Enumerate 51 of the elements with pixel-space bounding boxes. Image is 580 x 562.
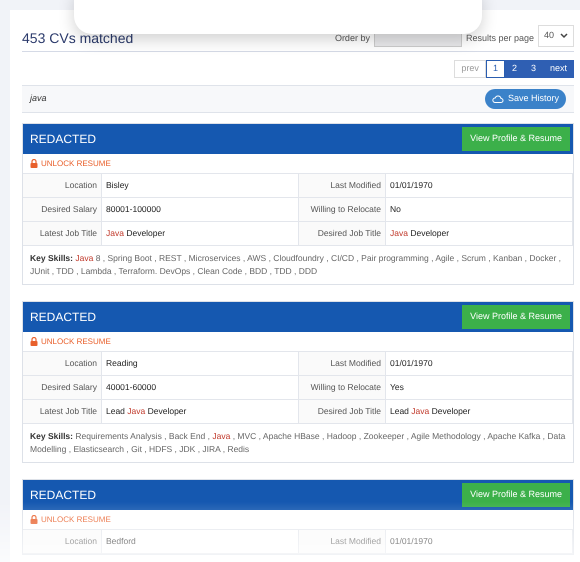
lock-icon: [30, 515, 38, 524]
field-label: Location: [23, 174, 102, 198]
unlock-resume-link[interactable]: UNLOCK RESUME: [41, 514, 111, 526]
page-button[interactable]: 1: [486, 60, 505, 78]
page-button[interactable]: 3: [524, 60, 543, 78]
per-page-select[interactable]: 40: [538, 24, 574, 46]
field-label: Desired Job Title: [299, 222, 386, 246]
pagination-link[interactable]: next: [542, 60, 574, 78]
field-value: 01/01/1970: [386, 530, 573, 554]
field-label: Desired Job Title: [299, 400, 386, 424]
field-label: Location: [23, 530, 102, 554]
key-skills-text: Key Skills: Java 8 , Spring Boot , REST , Microservices , AWS , Cloudfoundry , CI/CD , Pair programming , Agile , Scrum , Kanban , Docker , JUnit , TDD , Lambda , Terraform. DevOps , Clean Code , BDD , TDD , DDD: [29, 252, 562, 278]
field-value: Yes: [386, 376, 573, 400]
view-profile-button[interactable]: View Profile & Resume: [462, 127, 570, 151]
order-label: Order by: [334, 32, 370, 45]
candidate-name: REDACTED: [30, 131, 96, 148]
field-value: Bedford: [102, 530, 299, 554]
field-value: 01/01/1970: [386, 174, 573, 198]
save-history-button[interactable]: Save History: [484, 89, 566, 109]
cloud-icon: [492, 94, 504, 104]
view-profile-button[interactable]: View Profile & Resume: [462, 305, 570, 329]
field-label: Latest Job Title: [23, 222, 102, 246]
field-label: Willing to Relocate: [299, 198, 386, 222]
page-button[interactable]: 2: [504, 60, 524, 78]
pagination-link[interactable]: prev: [454, 60, 486, 78]
field-label: Desired Salary: [23, 198, 102, 222]
field-value: No: [386, 198, 573, 222]
lock-icon: [30, 337, 38, 346]
field-value: Lead Java Developer: [102, 400, 299, 424]
field-label: Latest Job Title: [23, 400, 102, 424]
results-count: 453 CVs matched: [22, 29, 134, 48]
field-label: Desired Salary: [23, 376, 102, 400]
field-value: 01/01/1970: [386, 352, 573, 376]
field-value: Lead Java Developer: [386, 400, 573, 424]
field-value: Java Developer: [386, 222, 573, 246]
field-label: Last Modified: [299, 530, 386, 554]
unlock-resume-link[interactable]: UNLOCK RESUME: [41, 336, 111, 348]
per-page-label: Results per page: [466, 32, 534, 45]
field-label: Last Modified: [299, 352, 386, 376]
candidate-name: REDACTED: [30, 309, 96, 326]
key-skills-text: Key Skills: Requirements Analysis , Back End , Java , MVC , Apache HBase , Hadoop , Zookeeper , Agile Methodology , Apache Kafka , Data Modelling , Elasticsearch , Git , HDFS , JDK , JIRA , Redis: [29, 430, 566, 456]
field-value: Java Developer: [102, 222, 299, 246]
field-label: Location: [23, 352, 102, 376]
chevron-down-icon: [560, 32, 568, 38]
lock-icon: [30, 159, 38, 168]
search-query: java: [30, 92, 47, 106]
unlock-resume-link[interactable]: UNLOCK RESUME: [41, 158, 111, 170]
view-profile-button[interactable]: View Profile & Resume: [462, 483, 570, 507]
field-label: Willing to Relocate: [299, 376, 386, 400]
field-label: Last Modified: [299, 174, 386, 198]
candidate-name: REDACTED: [30, 487, 96, 504]
